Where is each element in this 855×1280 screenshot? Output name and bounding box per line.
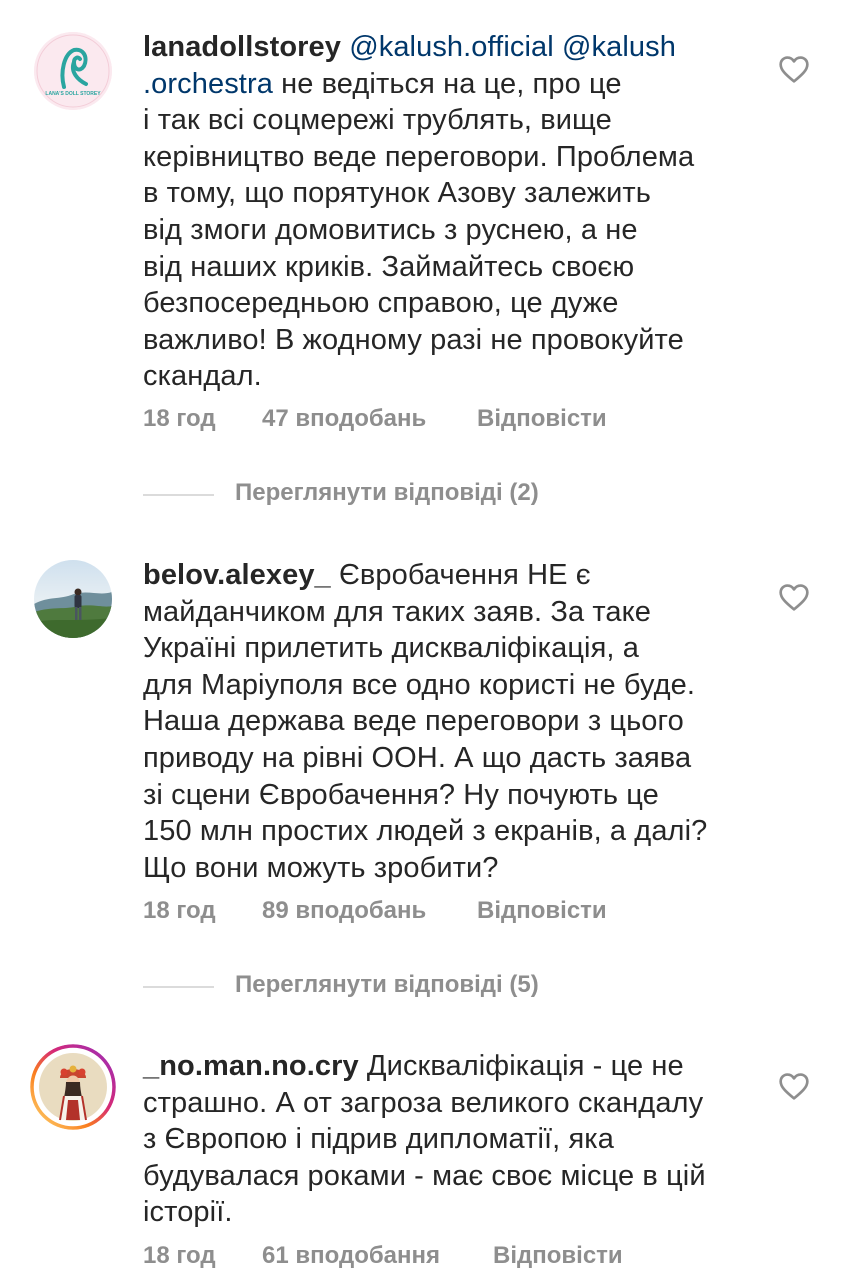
mention-link[interactable]: .orchestra — [143, 68, 273, 100]
avatar-logo-text: LANA'S DOLL STOREY — [45, 91, 101, 97]
username[interactable]: _no.man.no.cry — [143, 1050, 359, 1082]
comment-line: майданчиком для таких заяв. За таке — [143, 595, 651, 628]
comment-line: безпосередньою справою, це дуже — [143, 287, 619, 320]
heart-outline-icon[interactable] — [778, 1071, 810, 1101]
comment-line: скандал. — [143, 360, 262, 393]
comment-line: зі сцени Євробачення? Ну почують це — [143, 778, 659, 811]
reply-button[interactable]: Відповісти — [477, 897, 607, 925]
comment-line: від змоги домовитись з руснею, а не — [143, 213, 638, 246]
comment-line: в тому, що порятунок Азову залежить — [143, 177, 651, 210]
avatar-story-ring-image — [30, 1044, 116, 1130]
comment-time: 18 год — [143, 897, 216, 924]
avatar[interactable] — [30, 1044, 116, 1130]
username[interactable]: belov.alexey_ — [143, 559, 331, 591]
reply-button[interactable]: Відповісти — [477, 405, 607, 433]
likes-count[interactable]: 89 вподобань — [262, 897, 426, 925]
comment-text: lanadollstorey @kalush.official @kalush … — [143, 29, 758, 395]
view-replies-label[interactable]: Переглянути відповіді (5) — [235, 971, 539, 999]
comment-line: для Маріуполя все одно користі не буде. — [143, 668, 696, 701]
comment-line: Україні прилетить дискваліфікація, а — [143, 632, 639, 665]
comment-line: страшно. А от загроза великого скандалу — [143, 1086, 704, 1119]
comment-text: belov.alexey_ Євробачення НЕ є майданчик… — [143, 557, 758, 886]
mention-link[interactable]: @kalush.official — [349, 31, 554, 63]
avatar-logo-image: LANA'S DOLL STOREY — [34, 32, 112, 110]
comment-line: і так всі соцмережі трублять, вище — [143, 104, 612, 137]
reply-button[interactable]: Відповісти — [493, 1242, 623, 1270]
comment-text: _no.man.no.cry Дискваліфікація - це не с… — [143, 1048, 758, 1231]
heart-outline-icon[interactable] — [778, 582, 810, 612]
comment-line: 150 млн простих людей з екранів, а далі? — [143, 815, 708, 848]
heart-outline-icon[interactable] — [778, 54, 810, 84]
comment-time: 18 год — [143, 1242, 216, 1269]
comment-line: від наших криків. Займайтесь своєю — [143, 250, 635, 283]
view-replies-label[interactable]: Переглянути відповіді (2) — [235, 479, 539, 507]
comment-line: Що вони можуть зробити? — [143, 851, 499, 884]
divider-line — [143, 494, 214, 496]
comment-line: Євробачення НЕ є — [338, 559, 591, 591]
likes-count[interactable]: 47 вподобань — [262, 405, 426, 433]
comment-line: керівництво веде переговори. Проблема — [143, 140, 695, 173]
mention-link[interactable]: @kalush — [562, 31, 676, 63]
comment-line: історії. — [143, 1196, 233, 1229]
username[interactable]: lanadollstorey — [143, 31, 341, 63]
avatar[interactable] — [34, 560, 112, 638]
comment-line: важливо! В жодному разі не провокуйте — [143, 323, 684, 356]
comment-line: не ведіться на це, про це — [281, 67, 622, 100]
comment-line: приводу на рівні ООН. А що дасть заява — [143, 741, 692, 774]
avatar[interactable]: LANA'S DOLL STOREY — [34, 32, 112, 110]
comment-line: будувалася роками - має своє місце в цій — [143, 1159, 706, 1192]
likes-count[interactable]: 61 вподобання — [262, 1242, 440, 1270]
comment-time: 18 год — [143, 405, 216, 432]
avatar-photo-image — [34, 560, 112, 638]
divider-line — [143, 986, 214, 988]
comment-line: з Європою і підрив дипломатії, яка — [143, 1123, 614, 1156]
comment-line: Наша держава веде переговори з цього — [143, 705, 684, 738]
comment-line: Дискваліфікація - це не — [366, 1050, 684, 1082]
